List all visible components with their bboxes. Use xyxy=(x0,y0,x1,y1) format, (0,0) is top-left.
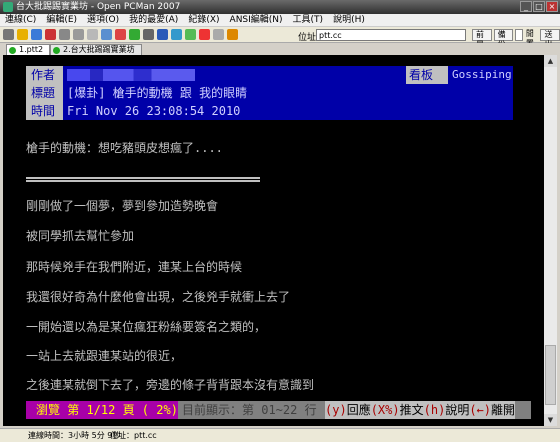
body-line: 一開始還以為是某位瘋狂粉絲要簽名之類的， xyxy=(26,320,267,334)
emoticon-icon[interactable] xyxy=(185,29,196,40)
connected-icon xyxy=(9,47,16,54)
scroll-thumb[interactable] xyxy=(545,345,556,405)
settings-icon[interactable] xyxy=(129,29,140,40)
title-label: 標題 xyxy=(26,84,63,102)
tab-bar: 1.ptt2 2.台大批踢踢實業坊 xyxy=(0,43,560,55)
scroll-down-icon[interactable]: ▼ xyxy=(544,414,557,426)
toolbar: 位址： 前景 備份 閒置 送出 xyxy=(0,27,560,49)
status-address: 位址：ptt.cc xyxy=(110,431,157,440)
browse-position: 瀏覽 第 1/12 頁 ( 2%) xyxy=(26,401,178,419)
menu-connection[interactable]: 連線(C) xyxy=(0,14,41,26)
copy-icon[interactable] xyxy=(59,29,70,40)
toolbar-icons xyxy=(3,29,238,40)
preferences-icon[interactable] xyxy=(143,29,154,40)
time-value: Fri Nov 26 23:08:54 2010 xyxy=(67,104,241,118)
menu-ansi-edit[interactable]: ANSI編輯(N) xyxy=(225,14,288,26)
toolbar-right: 前景 備份 閒置 送出 xyxy=(472,29,560,49)
body-line: 我還很好奇為什麼他會出現，之後兇手就衝上去了 xyxy=(26,290,291,304)
scroll-up-icon[interactable]: ▲ xyxy=(544,55,557,67)
window-controls: _ □ × xyxy=(520,1,558,12)
body-line: 槍手的動機：想吃豬頭皮想瘋了.... xyxy=(26,141,223,155)
menu-log[interactable]: 紀錄(X) xyxy=(183,14,224,26)
title-value: [爆卦] 槍手的動機 跟 我的眼睛 xyxy=(67,86,248,100)
lock-icon[interactable] xyxy=(213,29,224,40)
idle-checkbox[interactable] xyxy=(515,29,523,41)
menu-bar: 連線(C) 編輯(E) 選項(O) 我的最愛(A) 紀錄(X) ANSI編輯(N… xyxy=(0,14,560,27)
maximize-button[interactable]: □ xyxy=(533,1,545,12)
copy-article-icon[interactable] xyxy=(101,29,112,40)
menu-options[interactable]: 選項(O) xyxy=(82,14,124,26)
body-line: 那時候兇手在我們附近，連某上台的時候 xyxy=(26,260,243,274)
site-list-icon[interactable] xyxy=(3,29,14,40)
header-time-row: 時間 Fri Nov 26 23:08:54 2010 xyxy=(26,102,513,120)
menu-favorites[interactable]: 我的最愛(A) xyxy=(124,14,183,26)
backup-button[interactable]: 備份 xyxy=(493,29,514,49)
menu-tools[interactable]: 工具(T) xyxy=(288,14,329,26)
time-label: 時間 xyxy=(26,102,63,120)
connected-icon xyxy=(53,47,60,54)
app-icon xyxy=(3,2,13,12)
body-line: 剛剛做了一個夢，夢到參加造勢晚會 xyxy=(26,199,219,213)
header-author-row: 作者 看板 Gossiping xyxy=(26,66,513,84)
ansi-editor-icon[interactable] xyxy=(157,29,168,40)
window-titlebar: 台大批踢踢實業坊 - Open PCMan 2007 _ □ × xyxy=(0,0,560,14)
address-input[interactable] xyxy=(316,29,466,41)
article-header: 作者 看板 Gossiping 標題 [爆卦] 槍手的動機 跟 我的眼睛 時間 … xyxy=(26,66,513,120)
divider xyxy=(26,177,260,182)
disconnect-icon[interactable] xyxy=(45,29,56,40)
menu-edit[interactable]: 編輯(E) xyxy=(41,14,82,26)
key-hints: (y)回應(X%)推文(h)說明(←)離開 xyxy=(325,401,516,419)
bbs-status-line: 瀏覽 第 1/12 頁 ( 2%) 目前顯示：第 01~22 行 (y)回應(X… xyxy=(26,401,531,419)
header-title-row: 標題 [爆卦] 槍手的動機 跟 我的眼睛 xyxy=(26,84,513,102)
body-line: 一站上去就跟連某站的很近， xyxy=(26,349,183,363)
paste-icon[interactable] xyxy=(73,29,84,40)
tab-ptt2[interactable]: 1.ptt2 xyxy=(6,44,51,55)
front-button[interactable]: 前景 xyxy=(472,29,492,49)
tab-label: 2.台大批踢踢實業坊 xyxy=(63,45,135,54)
anti-idle-icon[interactable] xyxy=(227,29,238,40)
quick-connect-icon[interactable] xyxy=(17,29,28,40)
window-title: 台大批踢踢實業坊 - Open PCMan 2007 xyxy=(16,2,181,12)
body-line: 之後連某就倒下去了，旁邊的條子背背跟本沒有意識到 xyxy=(26,378,315,392)
author-value-redacted xyxy=(67,69,195,81)
idle-label: 閒置 xyxy=(525,29,534,48)
tab-ptt[interactable]: 2.台大批踢踢實業坊 xyxy=(50,44,142,55)
board-label: 看板 xyxy=(406,66,448,84)
minimize-button[interactable]: _ xyxy=(520,1,532,12)
menu-help[interactable]: 說明(H) xyxy=(328,14,370,26)
vertical-scrollbar[interactable]: ▲ ▼ xyxy=(544,55,557,426)
font-icon[interactable] xyxy=(115,29,126,40)
paste-color-icon[interactable] xyxy=(87,29,98,40)
screenshot-icon[interactable] xyxy=(171,29,182,40)
close-button[interactable]: × xyxy=(546,1,558,12)
board-value: Gossiping xyxy=(452,68,512,81)
status-bar: 連線時間：3小時 5分 9秒 位址：ptt.cc xyxy=(0,428,560,442)
send-dropdown[interactable]: 送出 xyxy=(540,29,560,49)
body-line: 被同學抓去幫忙參加 xyxy=(26,229,135,243)
display-range: 目前顯示：第 01~22 行 xyxy=(182,403,317,417)
favorite-icon[interactable] xyxy=(199,29,210,40)
tab-label: 1.ptt2 xyxy=(19,45,44,54)
reconnect-icon[interactable] xyxy=(31,29,42,40)
author-label: 作者 xyxy=(26,66,63,84)
terminal-screen[interactable]: 作者 看板 Gossiping 標題 [爆卦] 槍手的動機 跟 我的眼睛 時間 … xyxy=(3,55,544,426)
